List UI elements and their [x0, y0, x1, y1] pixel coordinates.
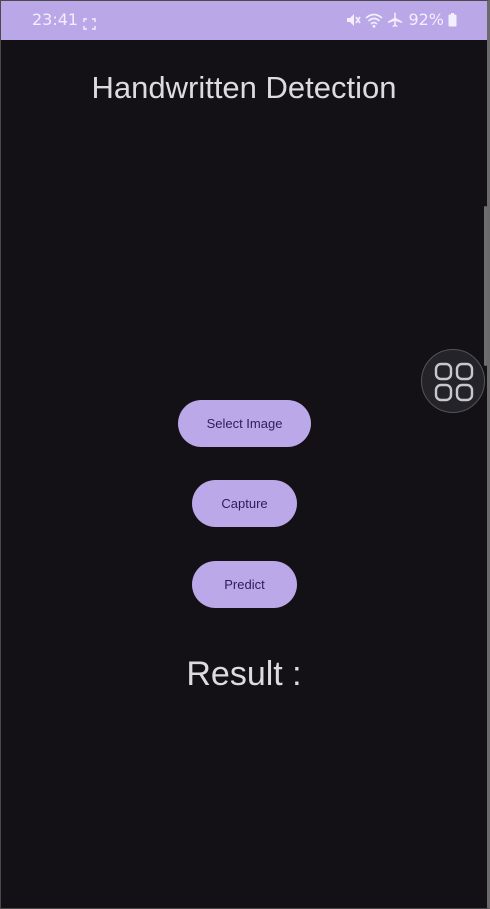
- mute-icon: [346, 13, 362, 27]
- status-bar: 23:41 92%: [1, 1, 487, 40]
- battery-percent: 92%: [408, 10, 444, 29]
- select-image-button[interactable]: Select Image: [178, 400, 311, 447]
- wifi-icon: [365, 13, 383, 28]
- grid-apps-icon: [434, 362, 474, 402]
- airplane-icon: [387, 12, 403, 28]
- floating-apps-button[interactable]: [421, 349, 485, 413]
- battery-icon: [448, 13, 457, 27]
- capture-button[interactable]: Capture: [192, 480, 297, 527]
- predict-button[interactable]: Predict: [192, 561, 297, 608]
- app-title: Handwritten Detection: [91, 70, 397, 105]
- status-time: 23:41: [32, 10, 79, 29]
- edge-panel-handle[interactable]: [484, 206, 487, 366]
- status-icons: 92%: [346, 11, 457, 29]
- screenshot-icon: [83, 15, 96, 30]
- phone-screen: 23:41 92% Handwritten Detection Select I…: [0, 0, 490, 909]
- result-label: Result :: [186, 655, 302, 693]
